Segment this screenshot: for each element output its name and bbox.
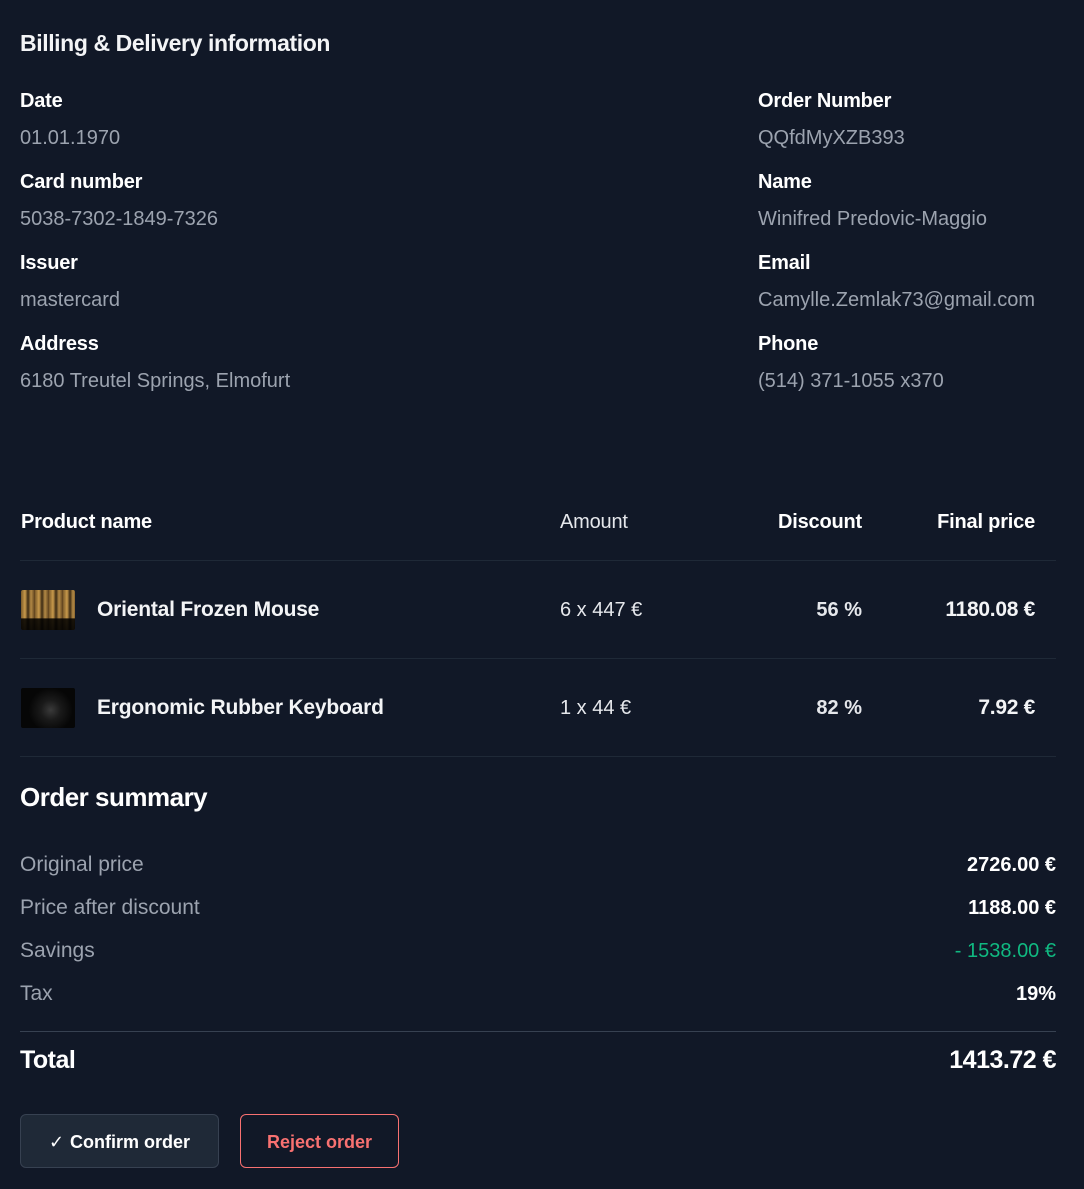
order-number-value: QQfdMyXZB393: [758, 127, 905, 149]
column-header-final-price: Final price: [937, 511, 1035, 533]
address-field: Address 6180 Treutel Springs, Elmofurt: [20, 331, 350, 394]
order-summary-title: Order summary: [20, 782, 208, 812]
date-value: 01.01.1970: [20, 127, 121, 149]
phone-value: (514) 371-1055 x370: [758, 370, 944, 392]
phone-label: Phone: [758, 333, 819, 355]
issuer-label: Issuer: [20, 252, 78, 274]
summary-row-savings: Savings - 1538.00 €: [20, 937, 1056, 967]
summary-divider: [20, 1031, 1056, 1032]
email-value: Camylle.Zemlak73@gmail.com: [758, 289, 1036, 311]
summary-row-original-price: Original price 2726.00 €: [20, 851, 1056, 881]
savings-value: - 1538.00 €: [954, 940, 1056, 962]
name-value: Winifred Predovic-Maggio: [758, 208, 987, 230]
confirm-order-label: Confirm order: [70, 1132, 191, 1152]
table-header: Product name Amount Discount Final price: [20, 492, 1056, 561]
page-title: Billing & Delivery information: [20, 30, 331, 56]
original-price-label: Original price: [20, 853, 144, 876]
product-discount: 56 %: [816, 599, 862, 621]
product-image-icon: [21, 688, 75, 728]
address-value: 6180 Treutel Springs, Elmofurt: [20, 370, 291, 392]
column-header-discount: Discount: [778, 511, 862, 533]
reject-order-button[interactable]: Reject order: [240, 1114, 399, 1168]
order-number-label: Order Number: [758, 90, 892, 112]
summary-row-price-after-discount: Price after discount 1188.00 €: [20, 894, 1056, 924]
price-after-discount-value: 1188.00 €: [968, 897, 1056, 919]
card-number-field: Card number 5038-7302-1849-7326: [20, 169, 350, 232]
total-label: Total: [20, 1046, 76, 1074]
address-label: Address: [20, 333, 99, 355]
reject-order-label: Reject order: [266, 1132, 373, 1152]
confirm-order-button[interactable]: ✓ Confirm order: [20, 1114, 219, 1168]
table-row: Ergonomic Rubber Keyboard 1 x 44 € 82 % …: [20, 659, 1056, 757]
tax-label: Tax: [20, 982, 53, 1005]
column-header-amount: Amount: [560, 511, 628, 533]
product-final-price: 7.92 €: [978, 696, 1035, 719]
product-amount: 6 x 447 €: [560, 599, 643, 621]
date-field: Date 01.01.1970: [20, 88, 350, 151]
tax-value: 19%: [1015, 983, 1056, 1005]
name-field: Name Winifred Predovic-Maggio: [758, 169, 1084, 232]
order-number-field: Order Number QQfdMyXZB393: [758, 88, 1084, 151]
check-icon: ✓: [48, 1132, 65, 1152]
price-after-discount-label: Price after discount: [20, 896, 200, 919]
product-name: Ergonomic Rubber Keyboard: [97, 696, 384, 719]
original-price-value: 2726.00 €: [967, 854, 1056, 876]
name-label: Name: [758, 171, 812, 193]
product-name: Oriental Frozen Mouse: [97, 598, 320, 621]
phone-field: Phone (514) 371-1055 x370: [758, 331, 1084, 394]
products-table: Product name Amount Discount Final price…: [20, 492, 1056, 757]
product-final-price: 1180.08 €: [945, 598, 1035, 621]
total-value: 1413.72 €: [949, 1046, 1056, 1074]
card-number-label: Card number: [20, 171, 143, 193]
product-image-icon: [21, 590, 75, 630]
email-label: Email: [758, 252, 811, 274]
date-label: Date: [20, 90, 63, 112]
column-header-product: Product name: [21, 511, 152, 533]
product-amount: 1 x 44 €: [560, 697, 632, 719]
email-field: Email Camylle.Zemlak73@gmail.com: [758, 250, 1084, 313]
card-number-value: 5038-7302-1849-7326: [20, 208, 218, 230]
savings-label: Savings: [20, 939, 95, 962]
product-discount: 82 %: [816, 697, 862, 719]
issuer-value: mastercard: [20, 289, 121, 311]
summary-row-tax: Tax 19%: [20, 980, 1056, 1010]
issuer-field: Issuer mastercard: [20, 250, 350, 313]
table-row: Oriental Frozen Mouse 6 x 447 € 56 % 118…: [20, 561, 1056, 659]
